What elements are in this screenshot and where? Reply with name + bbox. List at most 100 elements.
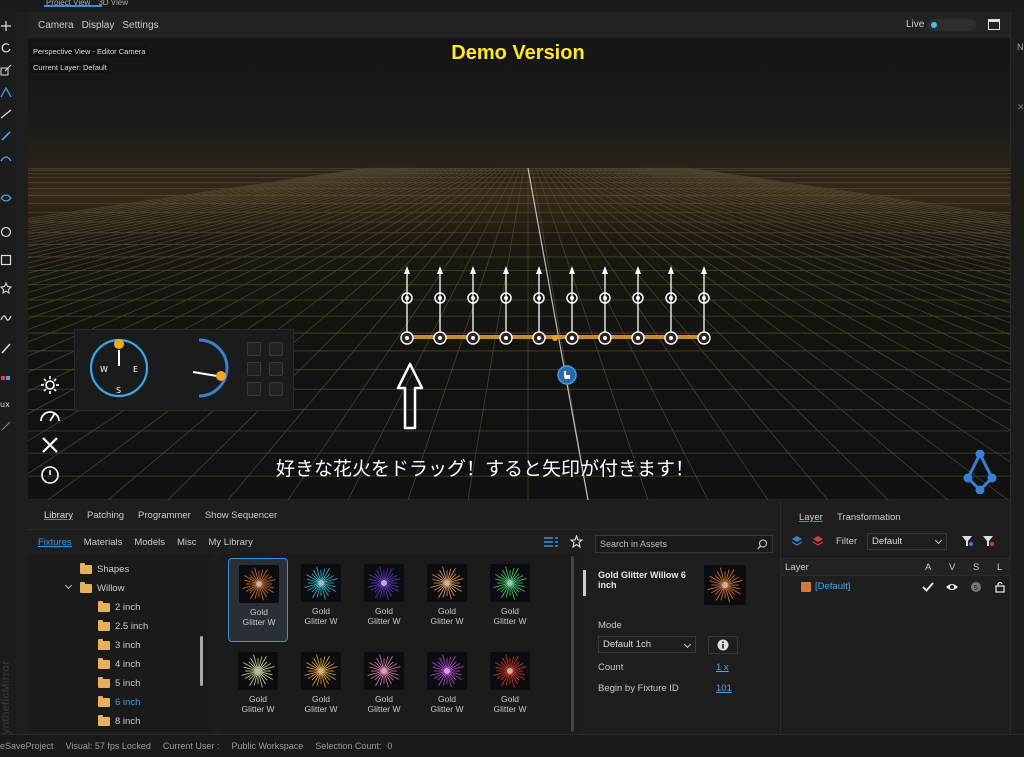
filter-select[interactable]: Default bbox=[867, 533, 947, 550]
favorite-star-icon[interactable] bbox=[570, 535, 583, 548]
chevron-down-icon[interactable] bbox=[64, 581, 73, 590]
star-tool-icon[interactable] bbox=[0, 278, 16, 298]
solo-icon[interactable]: S bbox=[970, 581, 982, 593]
fx-tool-icon[interactable]: ux bbox=[0, 394, 16, 414]
link-tool-icon[interactable] bbox=[0, 416, 16, 436]
speed-gauge-icon[interactable] bbox=[36, 400, 64, 430]
subtab-misc[interactable]: Misc bbox=[177, 537, 197, 548]
layer-color-swatch[interactable] bbox=[801, 582, 811, 592]
perspective-viewport[interactable]: Perspective View - Editor Camera Current… bbox=[28, 38, 1010, 500]
fixture-thumbnail[interactable]: Gold Glitter W bbox=[228, 646, 288, 730]
tree-node[interactable]: 5 inch bbox=[98, 674, 140, 693]
layer-row[interactable]: [Default] S bbox=[781, 578, 1011, 596]
filter-icon[interactable] bbox=[961, 535, 973, 547]
tab-layer[interactable]: Layer bbox=[799, 512, 823, 523]
collapse-icon[interactable]: ✕ bbox=[1017, 102, 1024, 113]
view-preset-grid[interactable] bbox=[247, 342, 287, 398]
compass-icon[interactable]: W E S bbox=[87, 336, 151, 400]
menu-camera[interactable]: Camera bbox=[38, 20, 74, 31]
fixture-thumbnail[interactable]: Gold Glitter W bbox=[228, 558, 288, 642]
begin-fixture-value[interactable]: 101 bbox=[716, 683, 732, 694]
fixture-thumbnail[interactable]: Gold Glitter W bbox=[480, 558, 540, 642]
firework-fixture[interactable] bbox=[400, 266, 414, 345]
right-panel-strip[interactable]: N ✕ bbox=[1010, 12, 1024, 734]
subtab-materials[interactable]: Materials bbox=[84, 537, 123, 548]
sun-elevation-icon[interactable] bbox=[187, 336, 237, 400]
live-toggle[interactable] bbox=[928, 19, 976, 31]
drag-handle-icon[interactable] bbox=[556, 364, 578, 386]
layer-name[interactable]: [Default] bbox=[815, 581, 850, 592]
tree-node[interactable]: 8 inch bbox=[98, 712, 140, 731]
timer-icon[interactable] bbox=[36, 460, 64, 490]
fixture-thumbnail[interactable]: Gold Glitter W bbox=[417, 646, 477, 730]
grid-scrollbar[interactable] bbox=[571, 556, 574, 732]
tab-programmer[interactable]: Programmer bbox=[138, 510, 191, 521]
tree-node[interactable]: Shapes bbox=[80, 560, 129, 579]
layers-remove-icon[interactable] bbox=[812, 535, 824, 547]
lock-icon[interactable] bbox=[994, 581, 1006, 593]
tab-patching[interactable]: Patching bbox=[87, 510, 124, 521]
firework-fixture[interactable] bbox=[466, 266, 480, 345]
fixture-thumbnail[interactable]: Gold Glitter W bbox=[291, 558, 351, 642]
tree-scrollbar[interactable] bbox=[200, 636, 203, 686]
visibility-eye-icon[interactable] bbox=[945, 581, 959, 593]
color-tool-icon[interactable] bbox=[0, 368, 16, 388]
firework-fixture[interactable] bbox=[664, 266, 678, 345]
move-tool-icon[interactable] bbox=[0, 16, 16, 36]
fixture-caption-line-1: Gold bbox=[501, 606, 519, 616]
tree-node[interactable]: 4 inch bbox=[98, 655, 140, 674]
pivot-point[interactable] bbox=[552, 335, 558, 341]
firework-fixture[interactable] bbox=[499, 266, 513, 345]
search-icon[interactable] bbox=[757, 539, 768, 550]
rotate-tool-icon[interactable] bbox=[0, 38, 16, 58]
subtab-my-library[interactable]: My Library bbox=[209, 537, 253, 548]
tree-node[interactable]: 3 inch bbox=[98, 636, 140, 655]
menu-display[interactable]: Display bbox=[82, 20, 115, 31]
clear-filter-icon[interactable] bbox=[982, 535, 994, 547]
tree-node[interactable]: 2.5 inch bbox=[98, 617, 148, 636]
tab-library[interactable]: Library bbox=[44, 510, 73, 521]
subtab-models[interactable]: Models bbox=[134, 537, 165, 548]
info-button[interactable] bbox=[708, 636, 738, 654]
asset-search-input[interactable]: Search in Assets bbox=[595, 535, 773, 553]
circle-tool-icon[interactable] bbox=[0, 222, 16, 242]
fixture-caption-line-2: Glitter W bbox=[493, 704, 527, 714]
layers-icon[interactable] bbox=[791, 535, 803, 547]
firework-fixture[interactable] bbox=[631, 266, 645, 345]
fixture-thumbnail[interactable]: Gold Glitter W bbox=[354, 558, 414, 642]
tab-transformation[interactable]: Transformation bbox=[837, 512, 901, 523]
tree-node[interactable]: 2 inch bbox=[98, 598, 140, 617]
mode-select[interactable]: Default 1ch bbox=[598, 636, 696, 653]
tree-node[interactable]: 6 inch bbox=[98, 693, 140, 712]
subtab-fixtures[interactable]: Fixtures bbox=[38, 537, 72, 548]
pen-tool-icon[interactable] bbox=[0, 338, 16, 358]
tab-show-sequencer[interactable]: Show Sequencer bbox=[205, 510, 277, 521]
folder-icon bbox=[98, 639, 110, 650]
maximize-view-button[interactable] bbox=[988, 19, 1000, 30]
firework-fixture[interactable] bbox=[532, 266, 546, 345]
fixture-thumbnail[interactable]: Gold Glitter W bbox=[417, 558, 477, 642]
tree-node[interactable]: Willow bbox=[64, 579, 124, 598]
wave-tool-icon[interactable] bbox=[0, 308, 16, 328]
menu-settings[interactable]: Settings bbox=[122, 20, 158, 31]
fixture-thumbnail[interactable]: Gold Glitter W bbox=[480, 646, 540, 730]
count-value[interactable]: 1 x bbox=[716, 662, 729, 673]
firework-preview-icon bbox=[427, 564, 467, 602]
tab-3d-view[interactable]: 3D View bbox=[98, 0, 128, 6]
spiral-tool-icon[interactable] bbox=[0, 188, 16, 208]
fixture-thumbnail[interactable]: Gold Glitter W bbox=[291, 646, 351, 730]
tools-icon[interactable] bbox=[36, 430, 64, 460]
scale-tool-icon[interactable] bbox=[0, 60, 16, 80]
fixture-thumbnail[interactable]: Gold Glitter W bbox=[354, 646, 414, 730]
square-tool-icon[interactable] bbox=[0, 250, 16, 270]
sun-icon[interactable] bbox=[36, 370, 64, 400]
arc-tool-icon[interactable] bbox=[0, 148, 16, 168]
active-check-icon[interactable] bbox=[922, 581, 934, 593]
path-tool-icon[interactable] bbox=[0, 82, 16, 102]
list-view-icon[interactable] bbox=[544, 536, 558, 548]
firework-fixture[interactable] bbox=[565, 266, 579, 345]
curve-tool-icon[interactable] bbox=[0, 104, 16, 124]
brush-tool-icon[interactable] bbox=[0, 126, 16, 146]
firework-fixture[interactable] bbox=[433, 266, 447, 345]
status-workspace[interactable]: Public Workspace bbox=[231, 741, 303, 751]
